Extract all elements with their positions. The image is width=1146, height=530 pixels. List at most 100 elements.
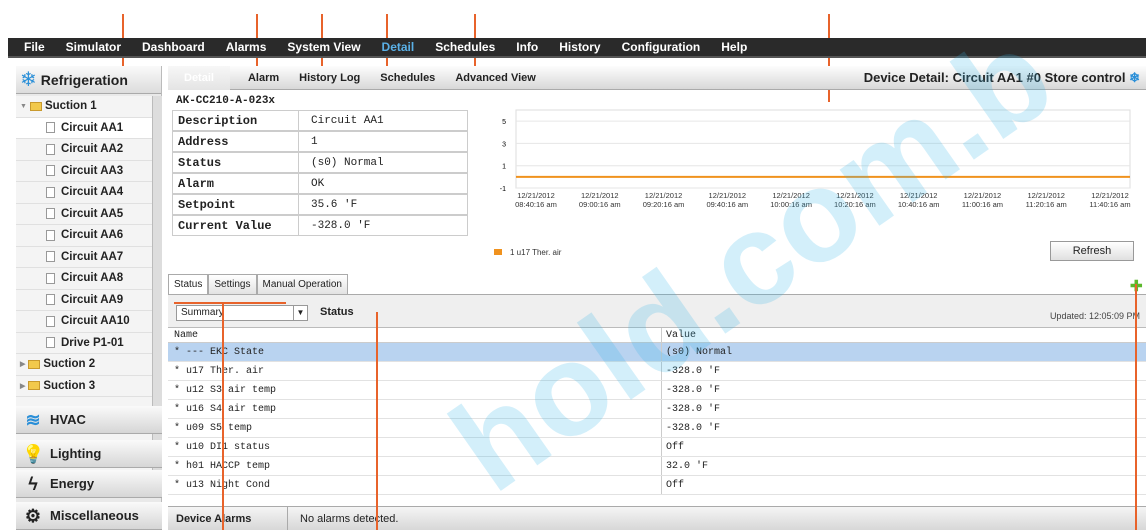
tab-schedules[interactable]: Schedules bbox=[380, 72, 435, 84]
updated-timestamp: Updated: 12:05:09 PM bbox=[1049, 311, 1140, 321]
category-label: Miscellaneous bbox=[50, 508, 139, 523]
menu-simulator[interactable]: Simulator bbox=[66, 40, 121, 54]
tab-alarm[interactable]: Alarm bbox=[248, 72, 279, 84]
cell-name: * u17 Ther. air bbox=[168, 362, 662, 380]
cell-name: * --- EKC State bbox=[168, 343, 662, 361]
y-tick-label: 1 bbox=[502, 164, 506, 171]
tab-manual-operation[interactable]: Manual Operation bbox=[256, 274, 348, 294]
category-miscellaneous[interactable]: ⚙ Miscellaneous bbox=[16, 502, 162, 530]
property-value: 35.6 'F bbox=[298, 195, 357, 214]
property-key: Setpoint bbox=[178, 197, 236, 212]
tree-folder[interactable]: ▶ Suction 3 bbox=[16, 376, 162, 397]
category-label: Lighting bbox=[50, 446, 102, 461]
lightning-icon: ϟ bbox=[28, 473, 38, 494]
menu-history[interactable]: History bbox=[559, 40, 600, 54]
cell-value: Off bbox=[666, 479, 685, 491]
tab-history-log[interactable]: History Log bbox=[299, 72, 360, 84]
menu-system-view[interactable]: System View bbox=[287, 40, 360, 54]
refresh-button[interactable]: Refresh bbox=[1050, 241, 1134, 261]
category-hvac[interactable]: ≋ HVAC bbox=[16, 406, 162, 434]
menu-schedules[interactable]: Schedules bbox=[435, 40, 495, 54]
document-icon bbox=[46, 143, 55, 155]
menu-info[interactable]: Info bbox=[516, 40, 538, 54]
menu-bar: File Simulator Dashboard Alarms System View D… bbox=[8, 38, 1146, 58]
table-row[interactable]: * u10 DI1 status Off bbox=[168, 438, 1146, 457]
tree-item[interactable]: Drive P1-01 bbox=[16, 333, 162, 354]
property-value: OK bbox=[298, 174, 324, 193]
property-key: Alarm bbox=[178, 176, 215, 191]
document-icon bbox=[46, 122, 55, 134]
x-tick-label: 12/21/2012 bbox=[709, 191, 747, 200]
menu-detail[interactable]: Detail bbox=[382, 40, 415, 54]
tree-folder[interactable]: ▶ Suction 2 bbox=[16, 354, 162, 376]
menu-help[interactable]: Help bbox=[721, 40, 747, 54]
category-lighting[interactable]: 💡 Lighting bbox=[16, 440, 162, 468]
expand-right-icon[interactable]: ▶ bbox=[20, 360, 25, 368]
cell-value: -328.0 'F bbox=[666, 384, 721, 396]
y-tick-label: -1 bbox=[500, 186, 506, 193]
x-tick-label: 10:40:16 am bbox=[898, 200, 940, 209]
tree-item[interactable]: Circuit AA9 bbox=[16, 290, 162, 311]
x-tick-label: 08:40:16 am bbox=[515, 200, 557, 209]
device-title-text: Device Detail: Circuit AA1 #0 Store cont… bbox=[863, 70, 1126, 85]
cell-name: * u10 DI1 status bbox=[168, 438, 662, 456]
table-row[interactable]: * --- EKC State (s0) Normal bbox=[168, 343, 1146, 362]
tab-settings[interactable]: Settings bbox=[208, 274, 257, 294]
category-energy[interactable]: ϟ Energy bbox=[16, 470, 162, 498]
device-title: Device Detail: Circuit AA1 #0 Store cont… bbox=[864, 70, 1140, 86]
cell-value: Off bbox=[666, 441, 685, 453]
category-label: Energy bbox=[50, 476, 95, 491]
document-icon bbox=[46, 186, 55, 198]
tree-item[interactable]: Circuit AA3 bbox=[16, 161, 162, 182]
property-value: -328.0 'F bbox=[298, 216, 370, 235]
callout-line bbox=[1135, 284, 1137, 530]
menu-configuration[interactable]: Configuration bbox=[622, 40, 701, 54]
menu-dashboard[interactable]: Dashboard bbox=[142, 40, 205, 54]
properties-table: Description Circuit AA1 Address 1 Status (s0)… bbox=[172, 110, 468, 236]
tree-item[interactable]: Circuit AA8 bbox=[16, 268, 162, 290]
grid-header: Name Value bbox=[168, 328, 1146, 343]
table-row[interactable]: * u17 Ther. air -328.0 'F bbox=[168, 362, 1146, 381]
menu-alarms[interactable]: Alarms bbox=[226, 40, 267, 54]
app-root: File Simulator Dashboard Alarms System View D… bbox=[0, 0, 1146, 530]
tree-item[interactable]: Circuit AA6 bbox=[16, 225, 162, 247]
cell-value: -328.0 'F bbox=[666, 403, 721, 415]
column-header-name[interactable]: Name bbox=[168, 328, 662, 342]
x-tick-label: 09:00:16 am bbox=[579, 200, 621, 209]
x-tick-label: 10:20:16 am bbox=[834, 200, 876, 209]
expand-right-icon[interactable]: ▶ bbox=[20, 382, 25, 390]
tree-label: Drive P1-01 bbox=[61, 336, 124, 349]
summary-select[interactable]: Summary ▼ bbox=[176, 305, 308, 321]
tree-item[interactable]: Circuit AA10 bbox=[16, 311, 162, 333]
cell-value: -328.0 'F bbox=[666, 365, 721, 377]
refrigeration-header[interactable]: ❄ Refrigeration bbox=[16, 66, 161, 94]
folder-icon bbox=[28, 359, 41, 369]
tree-folder[interactable]: ▼ Suction 1 bbox=[16, 96, 162, 118]
tab-detail[interactable]: Detail bbox=[168, 65, 230, 90]
tree-item[interactable]: Circuit AA1 bbox=[16, 117, 162, 139]
folder-icon bbox=[29, 101, 42, 111]
cell-name: * u09 S5 temp bbox=[168, 419, 662, 437]
table-row[interactable]: * h01 HACCP temp 32.0 'F bbox=[168, 457, 1146, 476]
status-heading: Status bbox=[320, 306, 354, 318]
column-header-value[interactable]: Value bbox=[662, 328, 696, 342]
legend-label: 1 u17 Ther. air bbox=[510, 248, 562, 257]
tree-item[interactable]: Circuit AA4 bbox=[16, 182, 162, 204]
table-row[interactable]: * u09 S5 temp -328.0 'F bbox=[168, 419, 1146, 438]
table-row[interactable]: * u16 S4 air temp -328.0 'F bbox=[168, 400, 1146, 419]
table-row[interactable]: * u13 Night Cond Off bbox=[168, 476, 1146, 495]
table-row[interactable]: * u12 S3 air temp -328.0 'F bbox=[168, 381, 1146, 400]
tab-advanced-view[interactable]: Advanced View bbox=[455, 72, 536, 84]
tree-item[interactable]: Circuit AA5 bbox=[16, 204, 162, 225]
property-value: 1 bbox=[298, 132, 318, 151]
property-value: Circuit AA1 bbox=[298, 111, 384, 130]
menu-file[interactable]: File bbox=[24, 40, 45, 54]
expand-down-icon[interactable]: ▼ bbox=[20, 103, 27, 110]
x-tick-label: 12/21/2012 bbox=[964, 191, 1002, 200]
x-tick-label: 11:20:16 am bbox=[1026, 200, 1067, 209]
tree-label: Suction 3 bbox=[43, 379, 96, 392]
cell-name: * u12 S3 air temp bbox=[168, 381, 662, 399]
tree-item[interactable]: Circuit AA2 bbox=[16, 139, 162, 161]
tab-status[interactable]: Status bbox=[168, 274, 209, 294]
tree-item[interactable]: Circuit AA7 bbox=[16, 247, 162, 268]
